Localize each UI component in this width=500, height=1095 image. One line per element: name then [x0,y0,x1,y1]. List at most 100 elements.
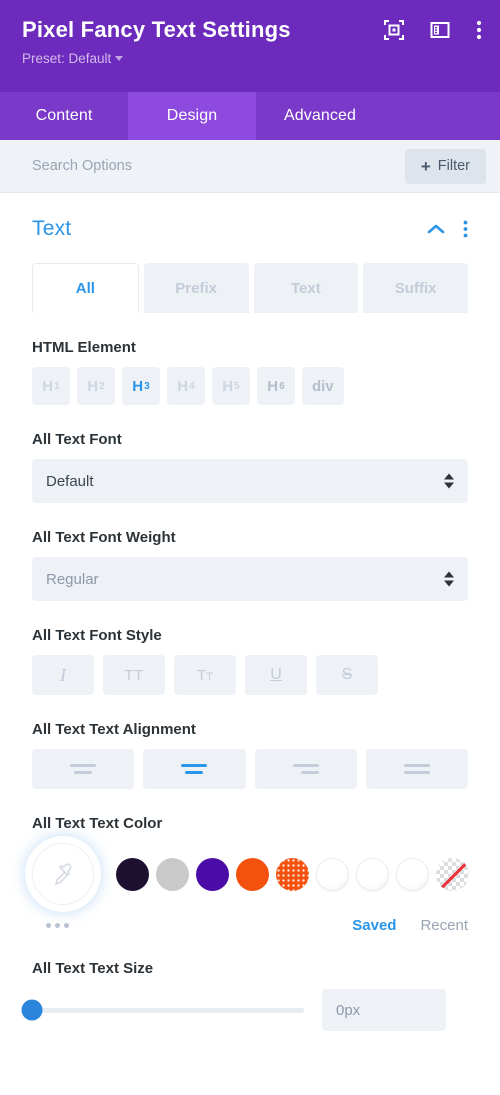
swatch-light-gray[interactable] [156,857,189,891]
text-size-slider-track[interactable] [21,999,304,1021]
underline-button[interactable]: U [245,655,307,695]
h3-sub: 3 [144,380,150,392]
align-center-button[interactable] [143,749,246,789]
main-tabs: Content Design Advanced [0,92,500,140]
text-size-slider-thumb[interactable] [21,999,43,1021]
h1-label: H [42,377,54,395]
all-text-text-size-label: All Text Text Size [32,960,154,977]
more-horizontal-icon[interactable] [46,923,69,928]
html-element-h2[interactable]: H2 [77,367,115,405]
more-vertical-icon[interactable] [463,220,468,238]
swatch-transparent[interactable] [436,857,469,891]
align-justify-icon [403,764,430,774]
all-text-font-weight-select[interactable]: Regular [32,557,468,601]
h4-sub: 4 [189,380,195,392]
color-tab-saved[interactable]: Saved [352,917,396,934]
uppercase-button[interactable]: TT [103,655,165,695]
html-element-label: HTML Element [32,339,136,356]
subtab-text[interactable]: Text [253,263,359,313]
html-element-div[interactable]: div [302,367,344,405]
color-tab-recent[interactable]: Recent [420,917,468,934]
panel-header: Pixel Fancy Text Settings Preset: Defaul… [0,0,500,92]
filter-button-label: Filter [437,158,470,174]
subtab-prefix[interactable]: Prefix [143,263,249,313]
focus-icon[interactable] [384,20,404,40]
tab-advanced[interactable]: Advanced [256,92,384,140]
strikethrough-button[interactable]: S [316,655,378,695]
align-left-button[interactable] [32,749,135,789]
all-text-text-alignment-label: All Text Text Alignment [32,721,196,738]
color-swatch-row [32,843,469,905]
italic-button[interactable]: I [32,655,94,695]
all-text-font-select-wrap: Default [32,459,468,503]
div-label: div [312,377,334,395]
swatch-orange-gradient[interactable] [276,857,309,891]
eyedropper-button[interactable] [32,843,94,905]
swatch-empty-2[interactable] [356,857,389,891]
all-text-font-select[interactable]: Default [32,459,468,503]
swatch-empty-3[interactable] [396,857,429,891]
section-actions [427,220,468,238]
h4-label: H [177,377,189,395]
tab-content[interactable]: Content [0,92,128,140]
chevron-up-icon[interactable] [427,223,445,235]
h6-label: H [267,377,279,395]
italic-icon: I [60,664,66,685]
tab-design[interactable]: Design [128,92,256,140]
subtab-all[interactable]: All [32,263,139,313]
small-caps-icon: TT [197,666,213,684]
field-all-text-text-alignment: All Text Text Alignment [32,721,468,789]
html-element-h6[interactable]: H6 [257,367,295,405]
html-element-h5[interactable]: H5 [212,367,250,405]
h5-sub: 5 [234,380,240,392]
html-element-h1[interactable]: H1 [32,367,70,405]
all-text-font-weight-select-wrap: Regular [32,557,468,601]
text-size-input[interactable] [322,989,446,1031]
preset-selector[interactable]: Preset: Default [22,51,124,66]
all-text-font-weight-label: All Text Font Weight [32,529,176,546]
field-all-text-font-style: All Text Font Style I TT TT U S [32,627,468,695]
align-left-icon [70,764,97,774]
swatch-dark-navy[interactable] [116,857,149,891]
filter-button[interactable]: + Filter [404,148,486,184]
bottom-spacer [32,1031,468,1061]
swatch-orange[interactable] [236,857,269,891]
html-element-options: H1 H2 H3 H4 H5 H6 div [32,367,468,405]
chevron-down-icon [115,56,124,61]
search-input[interactable] [32,158,405,174]
h2-sub: 2 [99,380,105,392]
layout-panel-icon[interactable] [430,20,450,40]
plus-icon: + [420,156,431,176]
settings-body: Text All Prefix Text Suffix HTML Element [0,193,500,1061]
text-subtabs: All Prefix Text Suffix [32,263,468,313]
field-all-text-text-color: All Text Text Color Saved Recent [32,815,469,934]
h6-sub: 6 [279,380,285,392]
field-all-text-font: All Text Font Default [32,431,468,503]
text-alignment-options [32,749,468,789]
align-right-button[interactable] [254,749,357,789]
search-bar: + Filter [0,140,500,193]
font-style-options: I TT TT U S [32,655,468,695]
html-element-h3[interactable]: H3 [122,367,160,405]
color-source-tabs: Saved Recent [352,917,468,934]
all-text-font-label: All Text Font [32,431,122,448]
strikethrough-icon: S [341,666,353,683]
field-html-element: HTML Element H1 H2 H3 H4 H5 H6 div [32,339,468,405]
field-all-text-text-size: All Text Text Size [21,960,468,1031]
preset-label: Preset: Default [22,51,112,66]
h5-label: H [222,377,234,395]
section-title: Text [32,217,72,240]
text-size-control [21,989,468,1031]
all-text-font-style-label: All Text Font Style [32,627,162,644]
subtab-suffix[interactable]: Suffix [363,263,468,313]
more-vertical-icon[interactable] [476,20,482,40]
header-icon-group [384,20,482,40]
swatch-empty-1[interactable] [316,857,349,891]
section-header-text: Text [32,193,468,253]
color-swatch-footer: Saved Recent [32,917,468,934]
align-justify-button[interactable] [365,749,468,789]
html-element-h4[interactable]: H4 [167,367,205,405]
swatch-purple[interactable] [196,857,229,891]
align-right-icon [292,764,319,774]
small-caps-button[interactable]: TT [174,655,236,695]
